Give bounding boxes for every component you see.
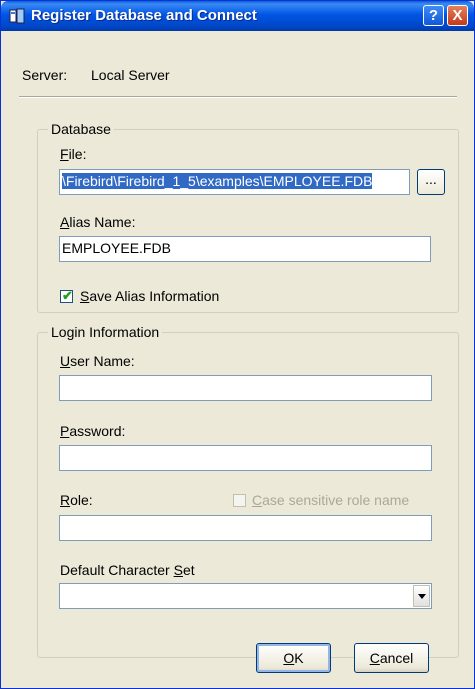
checkmark-icon: ✔ — [62, 288, 73, 303]
alias-name-input[interactable]: EMPLOYEE.FDB — [59, 236, 431, 262]
database-app-icon — [9, 8, 25, 24]
login-legend: Login Information — [48, 324, 163, 340]
password-label: Password: — [60, 423, 126, 439]
file-label: File: — [60, 146, 87, 162]
user-name-label: User Name: — [60, 353, 135, 369]
close-button[interactable]: X — [447, 5, 468, 26]
charset-select[interactable] — [59, 583, 432, 609]
ok-button[interactable]: OK — [256, 643, 331, 673]
server-value: Local Server — [91, 67, 170, 83]
dialog-title: Register Database and Connect — [31, 7, 257, 24]
user-name-input[interactable] — [59, 375, 432, 401]
save-alias-checkbox[interactable]: ✔ — [60, 288, 73, 303]
save-alias-label: Save Alias Information — [80, 288, 220, 304]
database-legend: Database — [48, 121, 114, 137]
cancel-button[interactable]: Cancel — [354, 643, 429, 673]
password-input[interactable] — [59, 445, 432, 471]
dialog-window: Register Database and Connect ? X Server… — [0, 0, 475, 689]
chevron-down-icon[interactable] — [413, 585, 430, 607]
charset-label: Default Character Set — [60, 562, 195, 578]
role-input[interactable] — [59, 515, 432, 541]
role-label: Role: — [60, 492, 93, 508]
title-bar[interactable]: Register Database and Connect ? X — [1, 1, 474, 31]
server-label: Server: — [22, 67, 68, 83]
separator — [19, 96, 457, 98]
case-sensitive-checkbox[interactable] — [233, 494, 246, 507]
browse-button[interactable]: ... — [417, 169, 445, 195]
file-input[interactable]: \Firebird\Firebird_1_5\examples\EMPLOYEE… — [59, 169, 410, 195]
help-button[interactable]: ? — [423, 5, 444, 26]
case-sensitive-label: Case sensitive role name — [252, 492, 410, 508]
alias-name-label: Alias Name: — [60, 214, 136, 230]
